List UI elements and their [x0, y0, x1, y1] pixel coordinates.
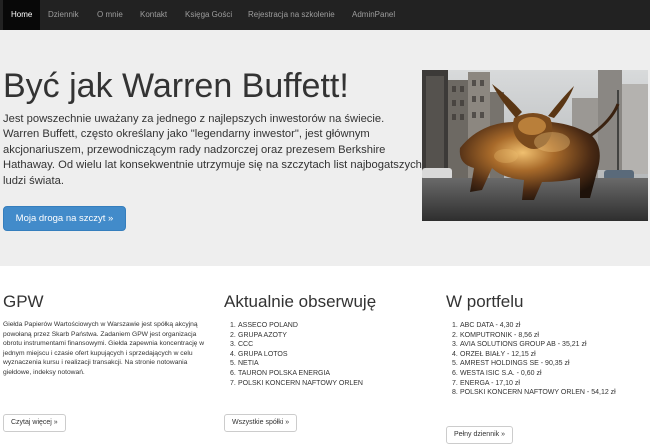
list-item: 6. TAURON POLSKA ENERGIA	[230, 369, 331, 377]
list-item: 2. GRUPA AZOTY	[230, 331, 287, 339]
list-item: 8. POLSKI KONCERN NAFTOWY ORLEN - 54,12 z…	[452, 389, 616, 397]
nav-item-home[interactable]: Home	[3, 0, 41, 30]
list-item: 5. AMREST HOLDINGS SE - 90,35 zł	[452, 360, 570, 368]
nav-item-dziennik[interactable]: Dziennik	[48, 0, 79, 30]
nav-item-kontakt[interactable]: Kontakt	[140, 0, 167, 30]
list-item: 6. WESTA ISIC S.A. - 0,60 zł	[452, 369, 542, 377]
list-item: 3. AVIA SOLUTIONS GROUP AB - 35,21 zł	[452, 341, 587, 349]
hero-title: Być jak Warren Buffett!	[3, 67, 349, 105]
list-item: 7. ENERGA - 17,10 zł	[452, 379, 520, 387]
portfolio-list: 1. ABC DATA - 4,30 zł 2. KOMPUTRONIK - 8,5…	[446, 321, 650, 398]
gpw-description: Giełda Papierów Wartościowych w Warszawi…	[3, 321, 205, 376]
list-item: 4. GRUPA LOTOS	[230, 350, 288, 358]
my-way-to-top-button[interactable]: Moja droga na szczyt »	[3, 206, 126, 231]
list-item: 5. NETIA	[230, 360, 259, 368]
nav-item-rejestracja[interactable]: Rejestracja na szkolenie	[248, 0, 335, 30]
read-more-button[interactable]: Czytaj więcej »	[3, 414, 66, 432]
gpw-column: GPW Giełda Papierów Wartościowych w Wars…	[3, 292, 208, 378]
list-item: 2. KOMPUTRONIK - 8,56 zł	[452, 331, 539, 339]
full-journal-button[interactable]: Pełny dziennik »	[446, 426, 513, 444]
portfolio-heading: W portfelu	[446, 292, 524, 311]
hero-description: Jest powszechnie uważany za jednego z na…	[3, 113, 422, 187]
list-item: 4. ORZEŁ BIAŁY - 12,15 zł	[452, 350, 536, 358]
list-item: 1. ABC DATA - 4,30 zł	[452, 322, 521, 329]
list-item: 7. POLSKI KONCERN NAFTOWY ORLEN	[230, 379, 363, 387]
gpw-heading: GPW	[3, 292, 44, 311]
bull-statue-image	[422, 70, 648, 221]
watchlist-heading: Aktualnie obserwuję	[224, 292, 377, 311]
list-item: 1. ASSECO POLAND	[230, 322, 298, 329]
nav-item-ksiega-gosci[interactable]: Księga Gości	[185, 0, 232, 30]
watchlist: 1. ASSECO POLAND 2. GRUPA AZOTY 3. CCC 4. GR…	[224, 321, 429, 388]
watchlist-column: Aktualnie obserwuję 1. ASSECO POLAND 2. GR…	[224, 292, 429, 388]
all-companies-button[interactable]: Wszystkie spółki »	[224, 414, 298, 432]
nav-item-adminpanel[interactable]: AdminPanel	[352, 0, 395, 30]
nav-item-o-mnie[interactable]: O mnie	[97, 0, 123, 30]
list-item: 3. CCC	[230, 341, 254, 349]
portfolio-column: W portfelu 1. ABC DATA - 4,30 zł 2. KOMPUT…	[446, 292, 650, 398]
top-navbar: Home Dziennik O mnie Kontakt Księga Gośc…	[0, 0, 650, 30]
